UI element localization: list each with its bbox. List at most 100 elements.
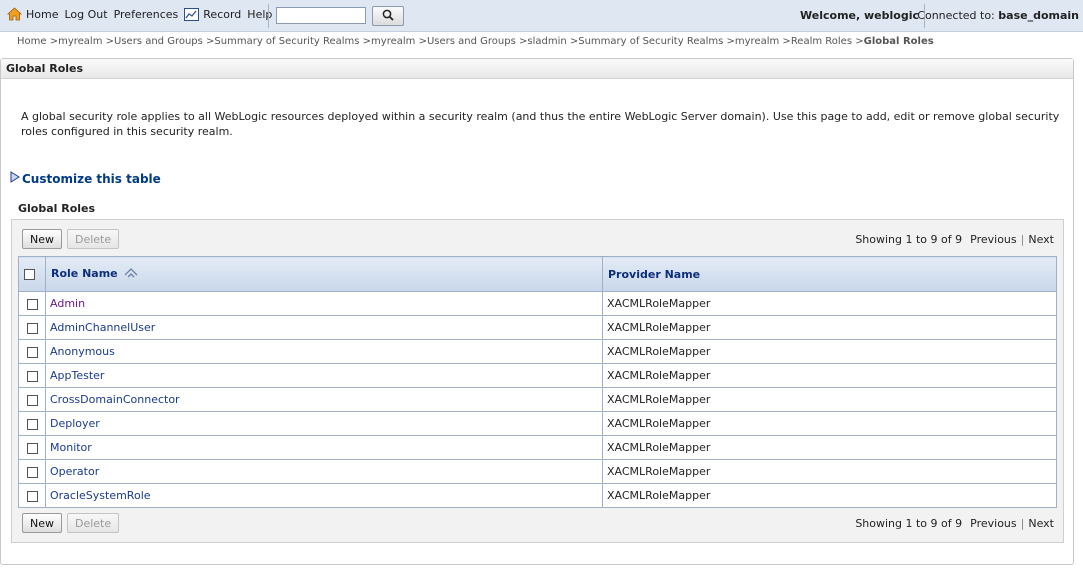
breadcrumb-link[interactable]: myrealm <box>371 36 415 47</box>
logout-link[interactable]: Log Out <box>64 8 107 21</box>
select-all-checkbox[interactable] <box>24 269 35 280</box>
provider-name-cell: XACMLRoleMapper <box>602 459 1057 484</box>
home-link[interactable]: Home <box>7 7 58 21</box>
record-label: Record <box>203 7 242 21</box>
table-row: OracleSystemRole XACMLRoleMapper <box>18 483 1057 508</box>
role-link[interactable]: AdminChannelUser <box>50 321 155 334</box>
table-row: AdminChannelUser XACMLRoleMapper <box>18 315 1057 340</box>
breadcrumb-separator: > <box>566 36 579 47</box>
breadcrumb-link[interactable]: Summary of Security Realms <box>578 36 723 47</box>
breadcrumb-separator: > <box>723 36 735 47</box>
row-select-cell <box>18 411 46 436</box>
breadcrumb-link[interactable]: myrealm <box>58 36 102 47</box>
pager-bottom: Showing 1 to 9 of 9 Previous | Next <box>855 517 1054 530</box>
row-checkbox[interactable] <box>26 370 38 382</box>
table-row: Admin XACMLRoleMapper <box>18 291 1057 316</box>
role-name-cell: Deployer <box>45 411 603 436</box>
role-link[interactable]: CrossDomainConnector <box>50 393 180 406</box>
role-name-cell: CrossDomainConnector <box>45 387 603 412</box>
provider-name-cell: XACMLRoleMapper <box>602 315 1057 340</box>
breadcrumb-separator: > <box>359 36 372 47</box>
row-select-cell <box>18 459 46 484</box>
section-title: Global Roles <box>18 202 96 215</box>
row-checkbox[interactable] <box>26 322 38 334</box>
role-link[interactable]: Deployer <box>50 417 100 430</box>
select-all-cell <box>18 256 46 292</box>
breadcrumb-link[interactable]: Realm Roles <box>791 36 852 47</box>
magnifier-icon <box>382 9 394 24</box>
showing-count-bottom: Showing 1 to 9 of 9 <box>855 517 963 530</box>
new-button[interactable]: New <box>22 229 62 249</box>
column-role-name[interactable]: Role Name <box>45 256 603 292</box>
breadcrumb-link[interactable]: Users and Groups <box>114 36 203 47</box>
logout-label: Log Out <box>64 7 108 21</box>
role-link[interactable]: Monitor <box>50 441 92 454</box>
page-title: Global Roles <box>6 62 84 75</box>
breadcrumb-link[interactable]: sladmin <box>527 36 566 47</box>
roles-table-panel: New Delete Showing 1 to 9 of 9 Previous … <box>11 219 1064 543</box>
preferences-link[interactable]: Preferences <box>114 8 179 21</box>
delete-button-bottom[interactable]: Delete <box>67 513 120 533</box>
role-name-cell: Operator <box>45 459 603 484</box>
role-link[interactable]: Admin <box>50 297 85 310</box>
top-bar: Home Log Out Preferences Record Help Wel… <box>0 0 1083 32</box>
provider-name-cell: XACMLRoleMapper <box>602 387 1057 412</box>
customize-table-link[interactable]: Customize this table <box>10 171 161 186</box>
breadcrumb-link[interactable]: myrealm <box>735 36 779 47</box>
row-select-cell <box>18 339 46 364</box>
row-select-cell <box>18 363 46 388</box>
search-button[interactable] <box>372 6 404 26</box>
role-name-cell: AppTester <box>45 363 603 388</box>
breadcrumb-separator: > <box>515 36 528 47</box>
column-provider-name[interactable]: Provider Name <box>602 256 1057 292</box>
row-checkbox[interactable] <box>26 418 38 430</box>
next-link-bottom[interactable]: Next <box>1028 517 1054 530</box>
role-link[interactable]: Anonymous <box>50 345 115 358</box>
delete-button[interactable]: Delete <box>67 229 120 249</box>
breadcrumb-separator: > <box>415 36 427 47</box>
pager-top: Showing 1 to 9 of 9 Previous | Next <box>855 233 1054 246</box>
pager-separator: | <box>1020 517 1025 530</box>
row-checkbox[interactable] <box>26 298 38 310</box>
row-checkbox[interactable] <box>26 394 38 406</box>
record-link[interactable]: Record <box>184 7 242 21</box>
previous-link[interactable]: Previous <box>970 233 1017 246</box>
connected-label: Connected to: <box>917 9 995 22</box>
role-link[interactable]: Operator <box>50 465 99 478</box>
table-row: Anonymous XACMLRoleMapper <box>18 339 1057 364</box>
row-checkbox[interactable] <box>26 442 38 454</box>
role-name-cell: AdminChannelUser <box>45 315 603 340</box>
provider-name-cell: XACMLRoleMapper <box>602 291 1057 316</box>
search-input[interactable] <box>276 7 366 24</box>
row-checkbox[interactable] <box>26 490 38 502</box>
breadcrumb-link[interactable]: Home <box>17 36 47 47</box>
row-select-cell <box>18 387 46 412</box>
role-link[interactable]: OracleSystemRole <box>50 489 151 502</box>
provider-name-cell: XACMLRoleMapper <box>602 339 1057 364</box>
table-row: Deployer XACMLRoleMapper <box>18 411 1057 436</box>
breadcrumb-link[interactable]: Summary of Security Realms <box>214 36 359 47</box>
breadcrumb-separator: > <box>852 36 864 47</box>
breadcrumb-link[interactable]: Users and Groups <box>427 36 516 47</box>
breadcrumb-separator: > <box>46 36 59 47</box>
role-name-header: Role Name <box>51 267 118 281</box>
previous-link-bottom[interactable]: Previous <box>970 517 1017 530</box>
record-icon <box>184 7 200 21</box>
next-link[interactable]: Next <box>1028 233 1054 246</box>
role-link[interactable]: AppTester <box>50 369 104 382</box>
triangle-right-icon <box>10 171 20 186</box>
table-row: Monitor XACMLRoleMapper <box>18 435 1057 460</box>
row-select-cell <box>18 291 46 316</box>
new-button-bottom[interactable]: New <box>22 513 62 533</box>
roles-table: Role Name Provider Name Admin XACMLRoleMa… <box>18 256 1057 508</box>
table-row: CrossDomainConnector XACMLRoleMapper <box>18 387 1057 412</box>
breadcrumb-separator: > <box>202 36 215 47</box>
breadcrumb: Home >myrealm >Users and Groups >Summary… <box>17 36 934 47</box>
provider-name-header: Provider Name <box>608 267 701 281</box>
page-header: Global Roles <box>1 59 1073 79</box>
row-checkbox[interactable] <box>26 466 38 478</box>
home-label: Home <box>26 7 59 21</box>
row-checkbox[interactable] <box>26 346 38 358</box>
provider-name-cell: XACMLRoleMapper <box>602 411 1057 436</box>
global-nav: Home Log Out Preferences Record Help <box>7 7 278 21</box>
